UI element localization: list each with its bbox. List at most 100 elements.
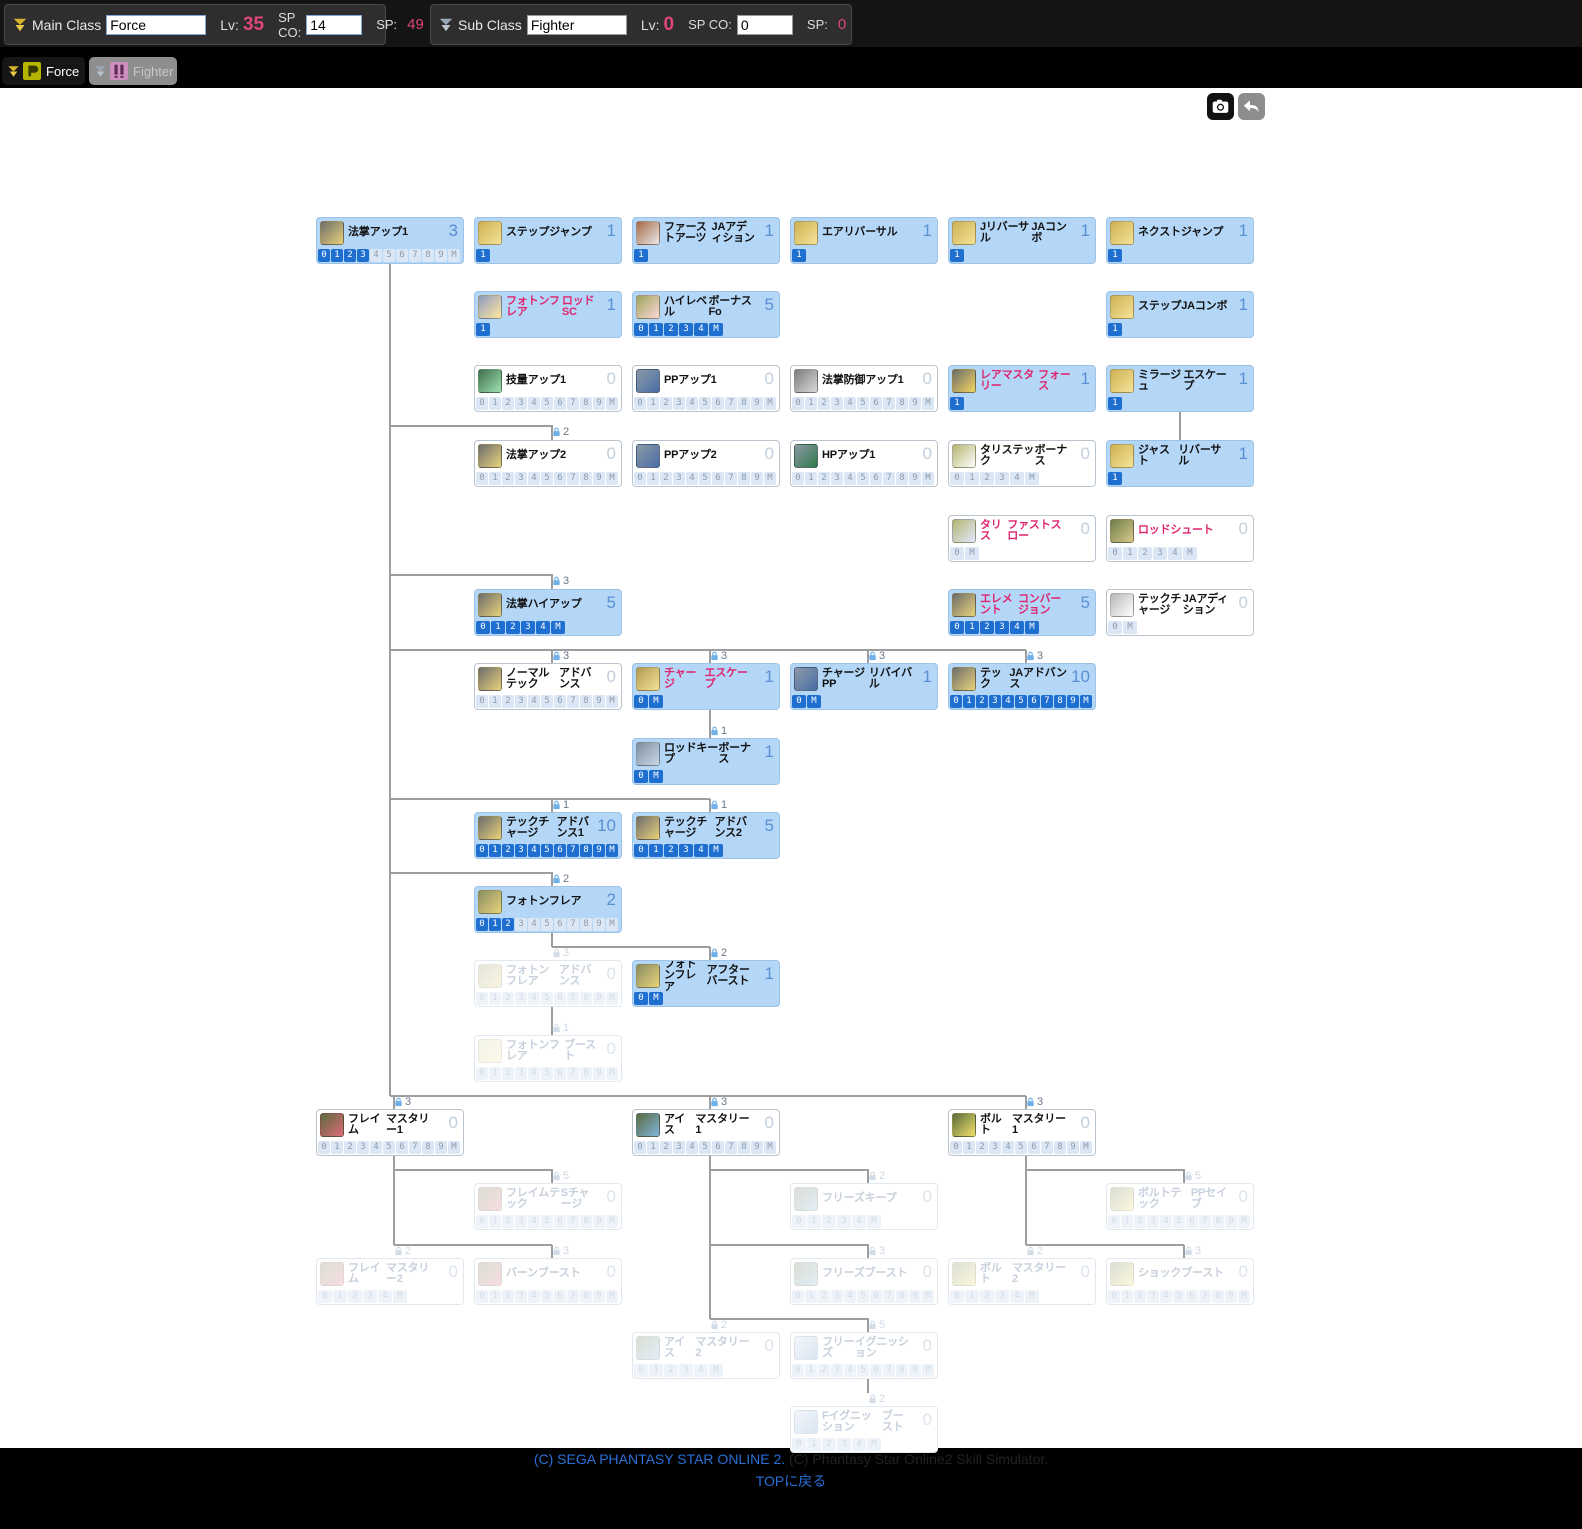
skill-level-cell[interactable]: 0: [950, 621, 964, 634]
skill-level-cell[interactable]: 1: [965, 1290, 979, 1303]
skill-level-cell[interactable]: 1: [649, 323, 663, 336]
skill-level-cell[interactable]: 3: [515, 844, 527, 857]
skill-level-cell[interactable]: 3: [357, 1141, 369, 1154]
skill-level-cell[interactable]: 5: [1015, 695, 1027, 708]
skill-level-bar[interactable]: 01234M: [634, 1364, 723, 1377]
skill-level-cell[interactable]: 4: [694, 323, 708, 336]
skill-level-bar[interactable]: 0123456789M: [950, 695, 1092, 708]
skill-level-bar[interactable]: 1: [950, 249, 964, 262]
skill-level-cell[interactable]: 1: [647, 397, 659, 410]
skill-level-cell[interactable]: 1: [489, 844, 501, 857]
skill-level-cell[interactable]: 6: [712, 397, 724, 410]
skill-level-cell[interactable]: 3: [995, 472, 1009, 485]
skill-level-cell[interactable]: 8: [896, 397, 908, 410]
skill-level-cell[interactable]: 2: [1134, 1290, 1146, 1303]
skill-node-just-reversal[interactable]: ジャスト リバーサル 1 1: [1106, 440, 1254, 487]
skill-node-freeze-keep[interactable]: フリーズキープ 0 0 1 2 3 4 M: [790, 1183, 938, 1230]
skill-level-cell[interactable]: 3: [679, 323, 693, 336]
skill-node-step-ja-combo[interactable]: ステップ JAコンボ 1 1: [1106, 291, 1254, 338]
skill-level-cell[interactable]: 2: [502, 472, 514, 485]
skill-level-cell[interactable]: 1: [489, 1215, 501, 1228]
skill-level-cell[interactable]: 0: [792, 1364, 804, 1377]
skill-level-cell[interactable]: M: [1238, 1290, 1250, 1303]
skill-node-ice-mastery-1[interactable]: アイス マスタリー1 0 0 1 2 3 4 5 6 7 8 9 M: [632, 1109, 780, 1156]
skill-level-cell[interactable]: 4: [686, 397, 698, 410]
skill-level-bar[interactable]: 0123456789M: [792, 472, 934, 485]
skill-level-cell[interactable]: 9: [1067, 1141, 1079, 1154]
skill-level-cell[interactable]: M: [1123, 621, 1137, 634]
skill-level-cell[interactable]: 7: [567, 1290, 579, 1303]
skill-node-step-jump[interactable]: ステップ ジャンプ 1 1: [474, 217, 622, 264]
skill-level-bar[interactable]: 01234M: [950, 621, 1039, 634]
skill-level-cell[interactable]: 0: [634, 844, 648, 857]
skill-level-cell[interactable]: 1: [333, 1290, 347, 1303]
skill-level-cell[interactable]: 1: [805, 1364, 817, 1377]
skill-level-cell[interactable]: 5: [541, 992, 553, 1005]
skill-level-cell[interactable]: 5: [857, 472, 869, 485]
skill-level-cell[interactable]: 9: [593, 1067, 605, 1080]
skill-level-cell[interactable]: 0: [318, 1141, 330, 1154]
skill-level-cell[interactable]: 4: [378, 1290, 392, 1303]
skill-level-cell[interactable]: 8: [580, 1215, 592, 1228]
skill-level-cell[interactable]: 8: [1212, 1290, 1224, 1303]
skill-level-cell[interactable]: 2: [502, 397, 514, 410]
skill-level-cell[interactable]: 5: [541, 1215, 553, 1228]
skill-node-bolt-mastery-1[interactable]: ボルト マスタリー1 0 0 1 2 3 4 5 6 7 8 9 M: [948, 1109, 1096, 1156]
skill-level-cell[interactable]: 6: [554, 1290, 566, 1303]
skill-level-cell[interactable]: M: [709, 323, 723, 336]
skill-level-cell[interactable]: 6: [870, 397, 882, 410]
skill-level-cell[interactable]: 4: [844, 472, 856, 485]
skill-level-cell[interactable]: 1: [476, 323, 490, 336]
skill-level-bar[interactable]: 01234M: [1108, 547, 1197, 560]
skill-level-cell[interactable]: 0: [476, 1215, 488, 1228]
skill-level-cell[interactable]: 4: [686, 472, 698, 485]
skill-level-cell[interactable]: 8: [896, 1290, 908, 1303]
skill-level-cell[interactable]: 1: [965, 621, 979, 634]
skill-level-cell[interactable]: 8: [1054, 695, 1066, 708]
skill-level-bar[interactable]: 0M: [634, 992, 663, 1005]
skill-level-cell[interactable]: M: [606, 1290, 618, 1303]
skill-level-cell[interactable]: 4: [528, 844, 540, 857]
skill-level-cell[interactable]: M: [1238, 1215, 1250, 1228]
skill-level-cell[interactable]: 9: [593, 1215, 605, 1228]
skill-node-tech-charge-advance-1[interactable]: テックチャージ アドバンス1 10 0 1 2 3 4 5 6 7 8 9 M: [474, 812, 622, 859]
skill-level-bar[interactable]: 1: [950, 397, 964, 410]
skill-level-cell[interactable]: 0: [792, 1290, 804, 1303]
skill-level-bar[interactable]: 01234M: [318, 1290, 407, 1303]
skill-level-bar[interactable]: 0123456789M: [318, 1141, 460, 1154]
skill-level-cell[interactable]: M: [649, 695, 663, 708]
skill-level-cell[interactable]: 2: [976, 1141, 988, 1154]
skill-level-cell[interactable]: 1: [489, 472, 501, 485]
skill-level-cell[interactable]: 3: [1153, 547, 1167, 560]
skill-level-cell[interactable]: 2: [822, 1215, 836, 1228]
skill-level-cell[interactable]: 2: [660, 397, 672, 410]
skill-level-cell[interactable]: 4: [852, 1215, 866, 1228]
skill-level-cell[interactable]: 9: [909, 1364, 921, 1377]
skill-level-cell[interactable]: 9: [593, 844, 605, 857]
skill-level-cell[interactable]: 1: [792, 249, 806, 262]
skill-level-cell[interactable]: 7: [1199, 1290, 1211, 1303]
skill-level-cell[interactable]: 7: [567, 1215, 579, 1228]
skill-level-cell[interactable]: M: [1183, 547, 1197, 560]
skill-node-giryou-up-1[interactable]: 技量アップ1 0 0 1 2 3 4 5 6 7 8 9 M: [474, 365, 622, 412]
skill-level-cell[interactable]: 6: [1028, 1141, 1040, 1154]
skill-level-cell[interactable]: 2: [660, 472, 672, 485]
skill-level-cell[interactable]: 2: [502, 1215, 514, 1228]
skill-level-cell[interactable]: 8: [896, 472, 908, 485]
skill-level-cell[interactable]: 4: [694, 844, 708, 857]
skill-level-cell[interactable]: 4: [1002, 1141, 1014, 1154]
skill-level-cell[interactable]: 4: [370, 249, 382, 262]
skill-level-cell[interactable]: 0: [634, 770, 648, 783]
skill-level-bar[interactable]: 0123456789M: [476, 472, 618, 485]
skill-level-cell[interactable]: 7: [883, 397, 895, 410]
skill-level-cell[interactable]: 4: [844, 397, 856, 410]
skill-level-cell[interactable]: 1: [1121, 1290, 1133, 1303]
skill-level-cell[interactable]: 9: [1067, 695, 1079, 708]
skill-level-cell[interactable]: 4: [528, 397, 540, 410]
skill-level-cell[interactable]: 1: [489, 992, 501, 1005]
skill-level-cell[interactable]: 2: [664, 323, 678, 336]
skill-level-cell[interactable]: 1: [489, 1067, 501, 1080]
skill-level-cell[interactable]: M: [807, 695, 821, 708]
skill-level-cell[interactable]: 0: [476, 397, 488, 410]
skill-level-bar[interactable]: 0123456789M: [476, 844, 618, 857]
